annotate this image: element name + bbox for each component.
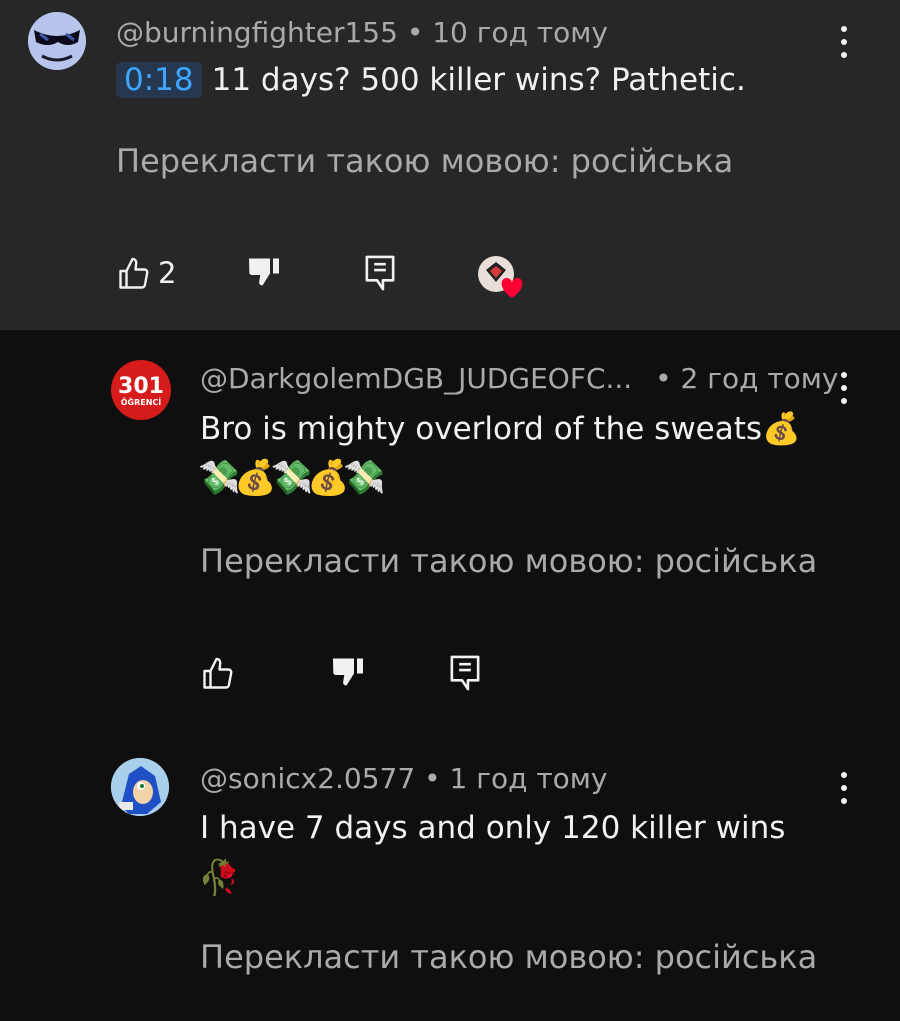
comment-meta: @burningfighter155 • 10 год тому	[116, 16, 608, 49]
author-name[interactable]: @burningfighter155	[116, 16, 398, 49]
avatar[interactable]	[111, 758, 169, 816]
creator-heart-badge	[476, 254, 526, 300]
timestamp-link[interactable]: 0:18	[116, 62, 202, 98]
comment-emoji-line: 🥀	[198, 858, 240, 898]
separator: •	[406, 16, 424, 49]
comment-menu-button[interactable]	[829, 368, 859, 408]
comment-text: Bro is mighty overlord of the sweats💰	[200, 411, 801, 447]
sonic-avatar-icon	[111, 758, 169, 816]
comment-emoji-line: 💸💰💸💰💸	[198, 458, 386, 498]
translate-link[interactable]: Перекласти такою мовою: російська	[200, 542, 817, 580]
comment-text: I have 7 days and only 120 killer wins	[200, 810, 786, 846]
avatar[interactable]: 301 ÖĞRENCİ	[111, 360, 171, 420]
comment-meta: @sonicx2.0577 • 1 год тому	[200, 762, 607, 795]
reply-icon[interactable]	[447, 654, 483, 692]
comment-text: 11 days? 500 killer wins? Pathetic.	[211, 62, 746, 98]
author-name[interactable]: @sonicx2.0577	[200, 762, 415, 795]
avatar-subtext: ÖĞRENCİ	[120, 398, 162, 407]
separator: •	[655, 362, 672, 395]
comment-meta: @DarkgolemDGB_JUDGEOFC... • 2 год тому	[200, 362, 838, 395]
comment-menu-button[interactable]	[829, 22, 859, 62]
separator: •	[424, 762, 441, 795]
comment-time: 1 год тому	[449, 762, 608, 795]
comment-menu-button[interactable]	[829, 768, 859, 808]
dislike-icon[interactable]	[246, 254, 282, 290]
creator-heart-icon	[478, 256, 523, 298]
author-name[interactable]: @DarkgolemDGB_JUDGEOFC...	[200, 362, 632, 395]
dislike-icon[interactable]	[330, 654, 366, 690]
avatar[interactable]	[28, 12, 86, 70]
avatar-text: 301	[118, 374, 164, 399]
translate-link[interactable]: Перекласти такою мовою: російська	[200, 938, 817, 976]
comment-time: 10 год тому	[432, 16, 608, 49]
like-icon[interactable]	[200, 656, 236, 692]
translate-link[interactable]: Перекласти такою мовою: російська	[116, 142, 733, 180]
comment-text-row: 0:18 11 days? 500 killer wins? Pathetic.	[116, 62, 746, 98]
like-icon[interactable]	[116, 256, 152, 292]
cool-face-icon	[28, 12, 86, 70]
like-count: 2	[158, 256, 177, 290]
reply-icon[interactable]	[362, 254, 398, 292]
comment-time: 2 год тому	[680, 362, 839, 395]
